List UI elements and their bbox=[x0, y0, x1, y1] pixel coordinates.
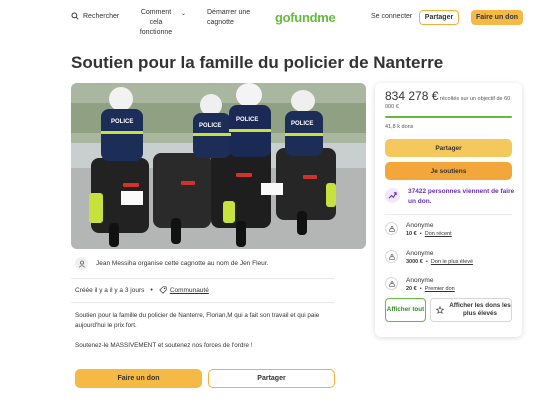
donor-icon bbox=[385, 222, 398, 235]
divider bbox=[71, 278, 334, 279]
share-button[interactable]: Partager bbox=[208, 369, 335, 388]
donor-name: Anonyme bbox=[406, 222, 434, 229]
avatar bbox=[75, 257, 88, 270]
divider bbox=[385, 214, 512, 215]
header-share-button[interactable]: Partager bbox=[419, 10, 459, 25]
donation-tag-link[interactable]: Don le plus élevé bbox=[431, 259, 473, 265]
search-label: Rechercher bbox=[83, 12, 120, 20]
how-it-works-label: Comment cela fonctionne bbox=[139, 9, 173, 36]
organizer-row: Jean Messiha organise cette cagnotte au … bbox=[75, 257, 268, 270]
see-top-label: Afficher les dons les plus élevés bbox=[449, 302, 511, 317]
tag-icon bbox=[159, 286, 167, 294]
see-top-donations-button[interactable]: Afficher les dons les plus élevés bbox=[430, 298, 512, 322]
category-link[interactable]: Communauté bbox=[159, 286, 209, 294]
trending-icon bbox=[385, 188, 400, 203]
donors-count: 41,8 k dons bbox=[385, 124, 414, 130]
campaign-meta: Créée il y a il y a 3 jours • Communauté bbox=[75, 286, 209, 294]
created-date: Créée il y a il y a 3 jours bbox=[75, 286, 145, 294]
police-badge: POLICE bbox=[199, 123, 221, 129]
donation-amount: 3000 € bbox=[406, 259, 423, 265]
donor-icon bbox=[385, 250, 398, 263]
donor-icon bbox=[385, 277, 398, 290]
search-link[interactable]: Rechercher bbox=[71, 12, 119, 20]
star-icon bbox=[436, 306, 444, 314]
donor-name: Anonyme bbox=[406, 250, 434, 257]
search-icon bbox=[71, 12, 79, 20]
user-icon bbox=[78, 260, 85, 267]
header-donate-button[interactable]: Faire un don bbox=[471, 10, 523, 25]
trending-text: 37422 personnes viennent de faire un don… bbox=[408, 188, 515, 205]
donation-amount: 10 € bbox=[406, 231, 417, 237]
police-badge: POLICE bbox=[291, 121, 313, 127]
donor-name: Anonyme bbox=[406, 277, 434, 284]
support-button[interactable]: Je soutiens bbox=[385, 162, 512, 180]
progress-fill bbox=[385, 116, 512, 118]
see-all-donations-button[interactable]: Afficher tout bbox=[385, 298, 426, 322]
donation-card: 834 278 € récoltés sur un objectif de 60… bbox=[375, 83, 522, 337]
page-title: Soutien pour la famille du policier de N… bbox=[71, 53, 444, 72]
gofundme-logo[interactable]: gofundme bbox=[275, 10, 336, 25]
donate-button[interactable]: Faire un don bbox=[75, 369, 202, 388]
description-paragraph: Soutien pour la famille du policier de N… bbox=[75, 312, 320, 329]
description-paragraph: Soutenez-le MASSIVEMENT et soutenez nos … bbox=[75, 342, 253, 349]
donation-amount: 20 € bbox=[406, 286, 417, 292]
start-campaign-label: Démarrer une cagnotte bbox=[207, 9, 251, 26]
separator-dot: • bbox=[150, 286, 153, 294]
progress-bar bbox=[385, 116, 512, 118]
police-badge: POLICE bbox=[236, 117, 258, 123]
organizer-text: Jean Messiha organise cette cagnotte au … bbox=[96, 260, 269, 267]
donation-tag-link[interactable]: Don récent bbox=[425, 231, 452, 237]
divider bbox=[71, 302, 334, 303]
police-badge: POLICE bbox=[111, 119, 133, 125]
trending-notice: 37422 personnes viennent de faire un don… bbox=[385, 187, 518, 207]
raised-amount: 834 278 € bbox=[385, 89, 439, 103]
raised-summary: 834 278 € récoltés sur un objectif de 60… bbox=[385, 89, 515, 111]
donation-tag-link[interactable]: Premier don bbox=[425, 286, 455, 292]
donation-item: Anonyme 10 € • Don récent bbox=[385, 221, 452, 239]
category-label: Communauté bbox=[169, 286, 209, 294]
start-campaign-link[interactable]: Démarrer une cagnotte bbox=[207, 8, 259, 28]
donation-item: Anonyme 3000 € • Don le plus élevé bbox=[385, 249, 473, 267]
campaign-photo: POLICE POLICE POLICE POLICE bbox=[71, 83, 366, 249]
login-link[interactable]: Se connecter bbox=[371, 13, 412, 20]
chevron-down-icon: ⌄ bbox=[181, 11, 187, 17]
site-header: Rechercher Comment cela fonctionne ⌄ Dém… bbox=[0, 0, 560, 36]
card-share-button[interactable]: Partager bbox=[385, 139, 512, 157]
how-it-works-menu[interactable]: Comment cela fonctionne ⌄ bbox=[134, 8, 186, 38]
donation-item: Anonyme 20 € • Premier don bbox=[385, 276, 455, 294]
